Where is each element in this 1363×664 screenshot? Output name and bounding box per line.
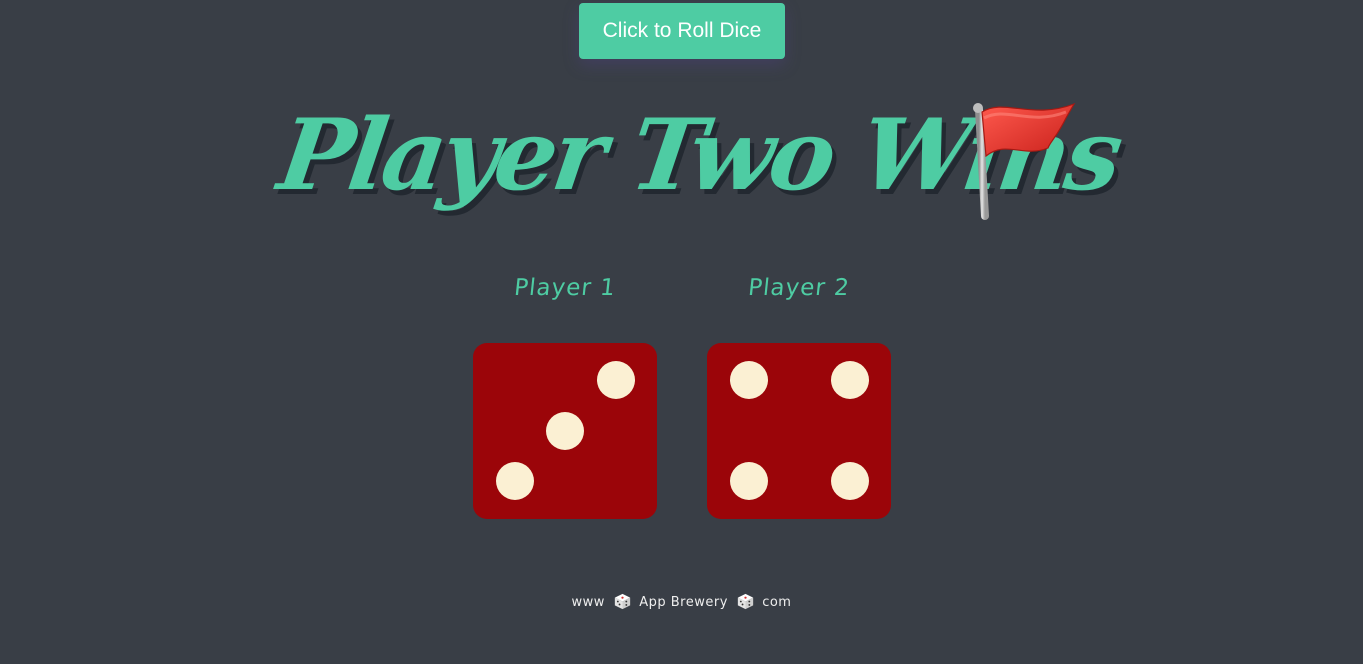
player-two-label: Player 2: [746, 275, 852, 301]
player-one-die: [473, 343, 657, 519]
player-one-label: Player 1: [512, 275, 618, 301]
dicee-page: Click to Roll Dice Player Two Wins Playe…: [0, 0, 1363, 664]
die-pip: [496, 462, 534, 500]
footer-prefix: www: [571, 595, 605, 610]
red-flag-icon: [973, 102, 1076, 220]
die-pip: [546, 412, 584, 450]
player-one-panel: Player 1: [473, 268, 657, 519]
footer: www App Brewery com: [0, 592, 1363, 614]
dice-icon: [614, 593, 630, 610]
roll-dice-button[interactable]: Click to Roll Dice: [579, 3, 785, 59]
die-pip: [831, 361, 869, 399]
die-pip: [730, 462, 768, 500]
player-two-panel: Player 2: [707, 268, 891, 519]
result-heading: Player Two Wins: [0, 86, 1363, 226]
footer-suffix: com: [762, 595, 792, 610]
die-pip: [730, 361, 768, 399]
die-pip: [831, 462, 869, 500]
footer-site-name: App Brewery: [639, 595, 728, 610]
player-two-die: [707, 343, 891, 519]
dice-icon: [737, 593, 753, 610]
die-pip: [597, 361, 635, 399]
